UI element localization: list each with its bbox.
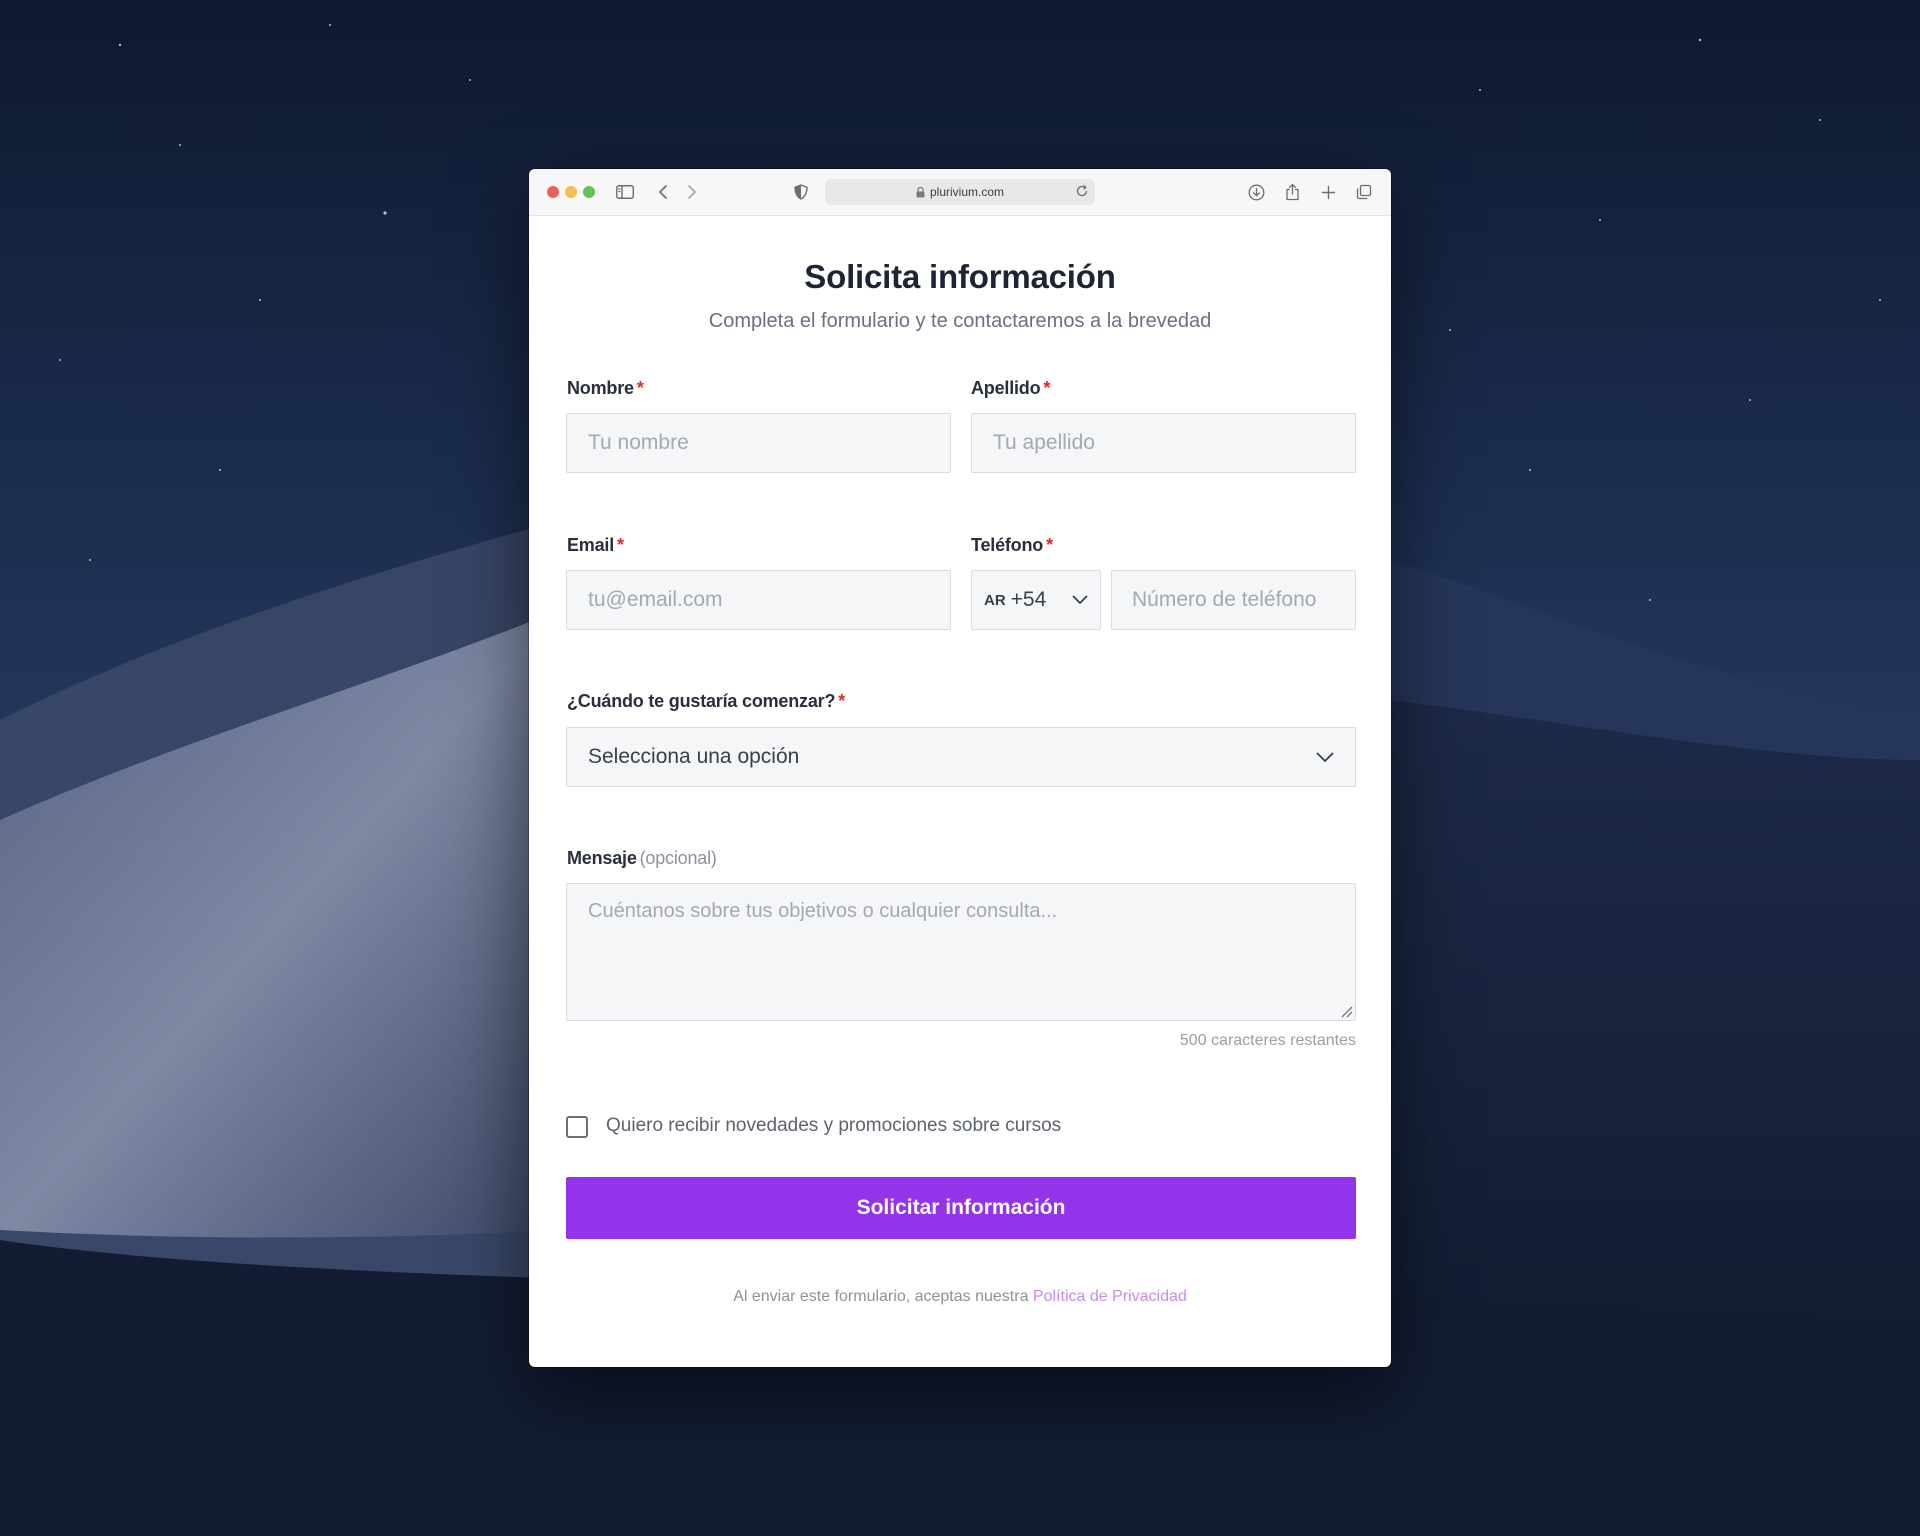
- message-label-text: Mensaje: [567, 848, 637, 868]
- country-code: AR: [984, 591, 1006, 609]
- privacy-policy-link[interactable]: Política de Privacidad: [1033, 1288, 1187, 1305]
- email-input[interactable]: [566, 570, 951, 630]
- privacy-shield-icon[interactable]: [790, 181, 812, 203]
- share-icon[interactable]: [1281, 181, 1303, 203]
- reload-icon[interactable]: [1075, 184, 1089, 201]
- downloads-icon[interactable]: [1245, 181, 1267, 203]
- sidebar-icon[interactable]: [614, 181, 636, 203]
- chevron-down-icon: [1316, 752, 1334, 763]
- url-text: plurivium.com: [929, 185, 1004, 199]
- tab-overview-icon[interactable]: [1353, 181, 1375, 203]
- new-tab-icon[interactable]: [1317, 181, 1339, 203]
- resize-handle-icon[interactable]: [1339, 1004, 1353, 1018]
- first-name-label: Nombre *: [567, 378, 644, 399]
- message-textarea[interactable]: [566, 883, 1356, 1021]
- dial-code: +54: [1010, 588, 1047, 611]
- browser-toolbar: plurivium.com: [529, 169, 1391, 216]
- phone-label-text: Teléfono: [971, 535, 1044, 555]
- phone-number-input[interactable]: [1111, 570, 1356, 630]
- character-counter: 500 caracteres restantes: [1179, 1032, 1356, 1049]
- first-name-input[interactable]: [566, 413, 951, 473]
- minimize-window-button[interactable]: [565, 186, 577, 198]
- back-icon[interactable]: [652, 181, 674, 203]
- legal-text: Al enviar este formulario, aceptas nuest…: [733, 1288, 1029, 1305]
- forward-icon[interactable]: [681, 181, 703, 203]
- phone-label: Teléfono *: [971, 535, 1053, 556]
- required-marker: *: [617, 535, 624, 555]
- email-label: Email *: [567, 535, 624, 556]
- submit-button[interactable]: Solicitar información: [566, 1177, 1356, 1239]
- required-marker: *: [636, 378, 644, 398]
- last-name-label-text: Apellido: [971, 378, 1041, 398]
- required-marker: *: [838, 691, 846, 711]
- legal-notice: Al enviar este formulario, aceptas nuest…: [529, 1288, 1391, 1306]
- form-subtitle: Completa el formulario y te contactaremo…: [708, 310, 1212, 332]
- form-title: Solicita información: [804, 258, 1116, 295]
- lock-icon: [916, 186, 925, 198]
- message-label: Mensaje (opcional): [567, 848, 717, 869]
- country-code-select[interactable]: AR +54: [971, 570, 1101, 630]
- chevron-down-icon: [1072, 595, 1088, 605]
- required-marker: *: [1043, 378, 1051, 398]
- newsletter-checkbox[interactable]: [566, 1116, 588, 1138]
- zoom-window-button[interactable]: [583, 186, 595, 198]
- address-bar[interactable]: plurivium.com: [825, 179, 1095, 205]
- email-label-text: Email: [567, 535, 615, 555]
- last-name-label: Apellido *: [971, 378, 1050, 399]
- start-time-select[interactable]: Selecciona una opción: [566, 727, 1356, 787]
- first-name-label-text: Nombre: [567, 378, 634, 398]
- newsletter-label[interactable]: Quiero recibir novedades y promociones s…: [606, 1115, 1061, 1137]
- last-name-input[interactable]: [971, 413, 1356, 473]
- close-window-button[interactable]: [547, 186, 559, 198]
- start-time-label-text: ¿Cuándo te gustaría comenzar?: [567, 691, 836, 711]
- start-time-label: ¿Cuándo te gustaría comenzar? *: [567, 691, 845, 712]
- start-time-selected: Selecciona una opción: [588, 745, 800, 768]
- required-marker: *: [1046, 535, 1053, 555]
- message-optional-note: (opcional): [639, 848, 717, 868]
